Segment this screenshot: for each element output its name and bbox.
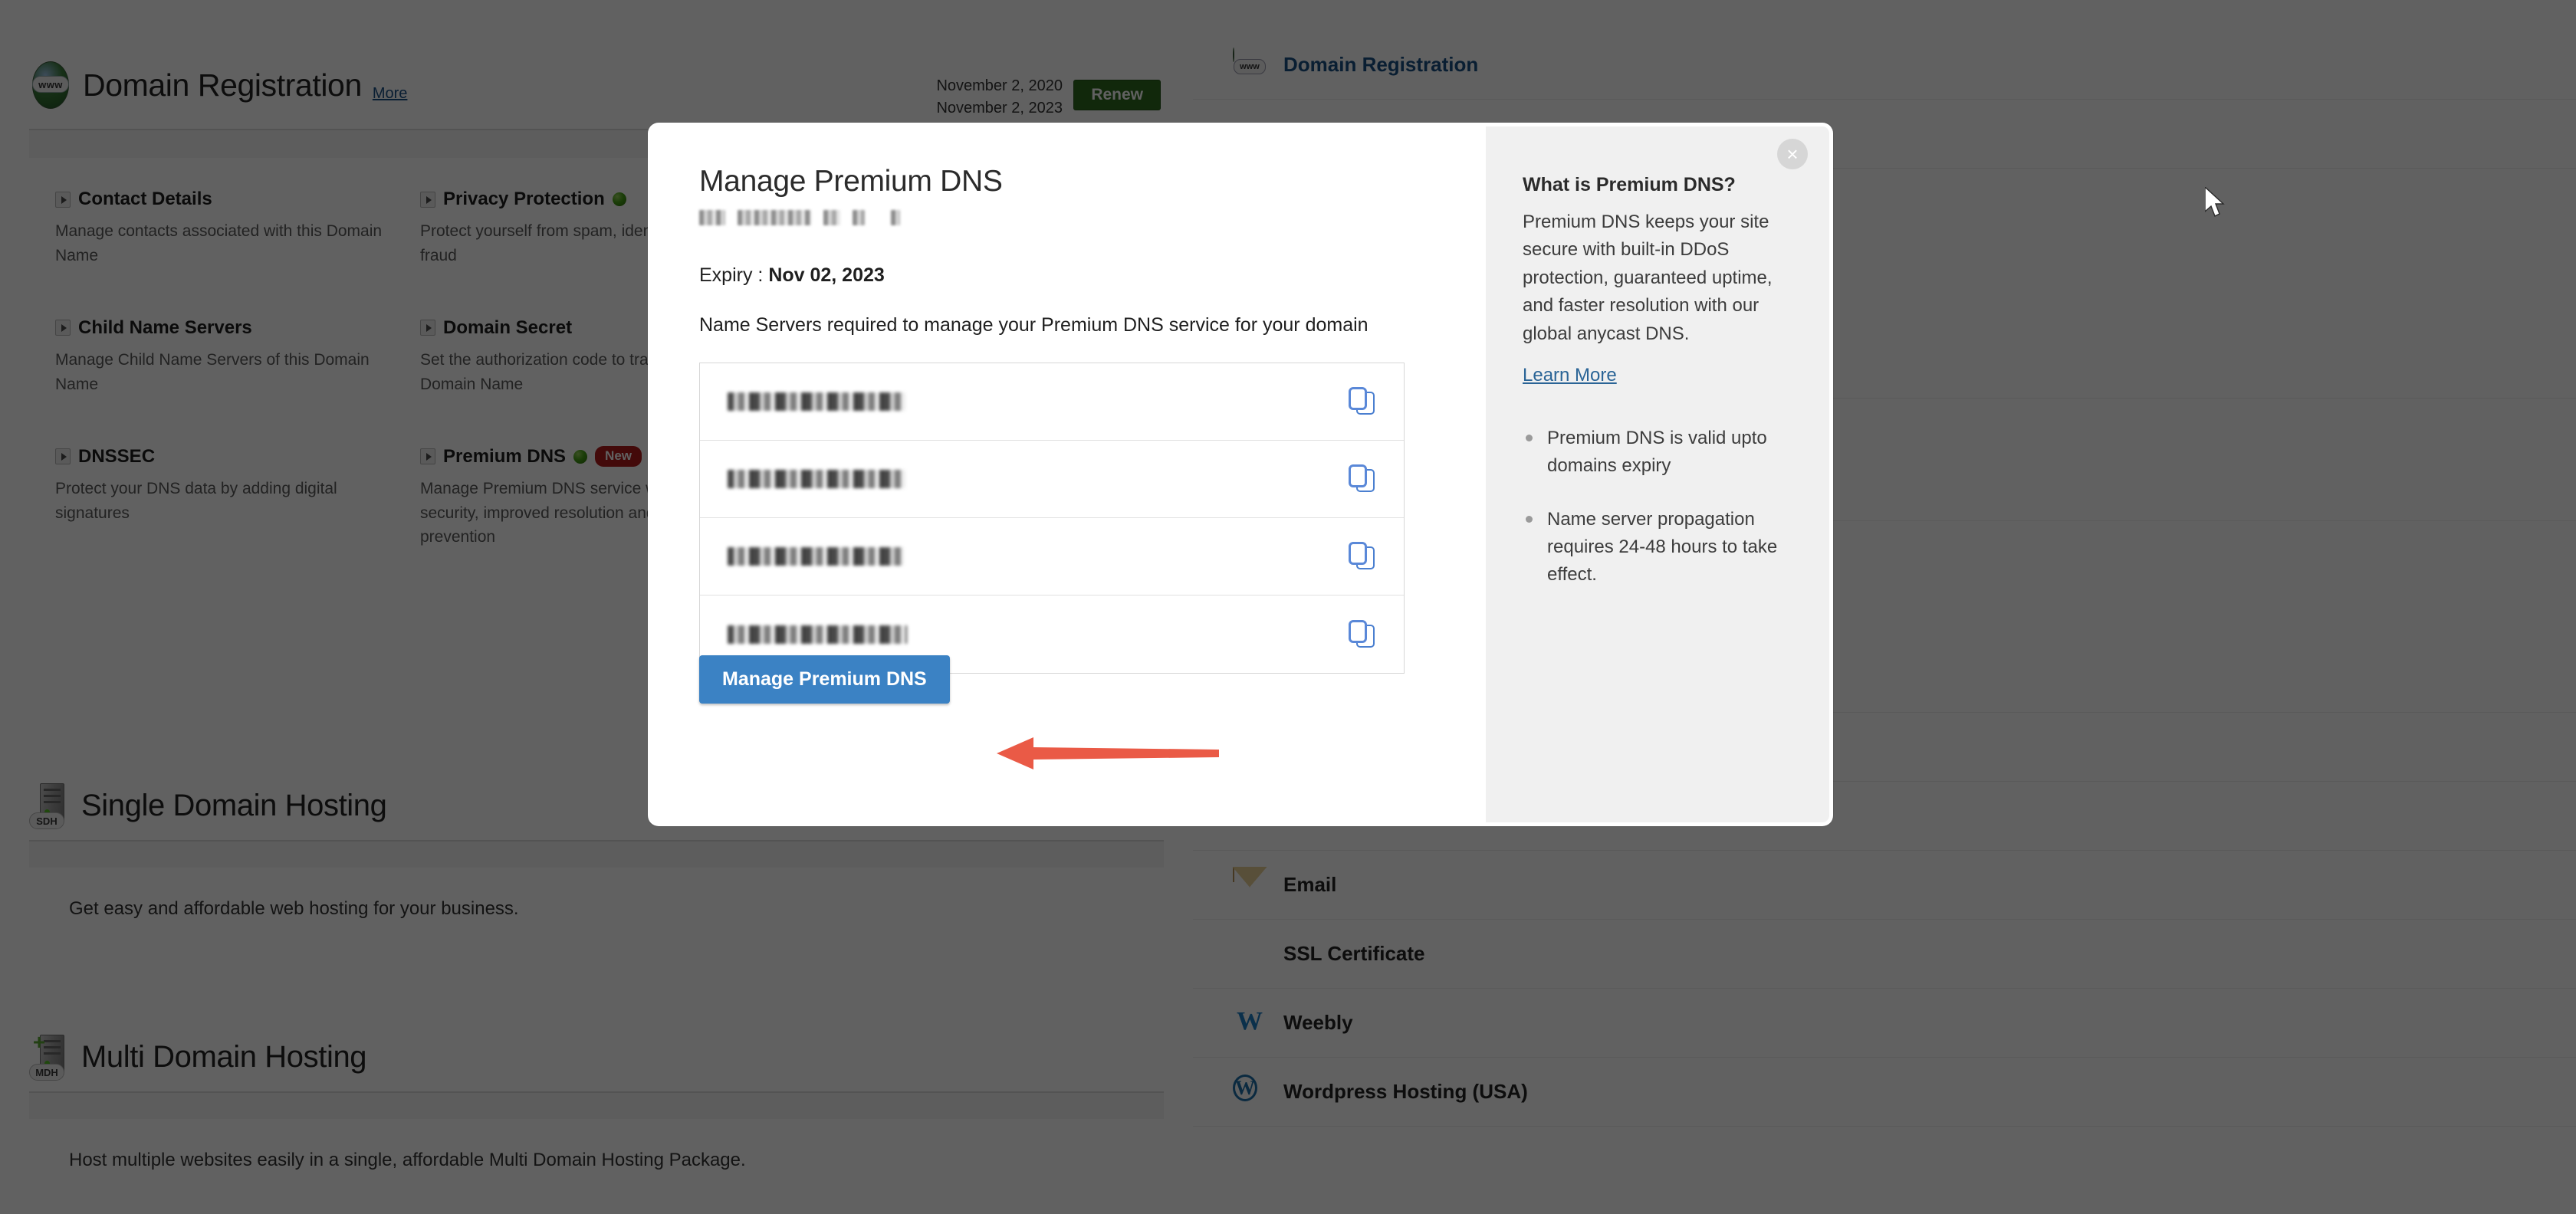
learn-more-link[interactable]: Learn More: [1523, 365, 1617, 386]
copy-icon[interactable]: [1349, 464, 1375, 494]
copy-icon[interactable]: [1349, 542, 1375, 571]
manage-premium-dns-button[interactable]: Manage Premium DNS: [699, 655, 950, 704]
modal-info-panel: × What is Premium DNS? Premium DNS keeps…: [1486, 126, 1829, 822]
copy-icon[interactable]: [1349, 387, 1375, 416]
nameserver-row: [700, 363, 1404, 441]
info-heading: What is Premium DNS?: [1523, 174, 1736, 195]
nameserver-value-redacted: [728, 547, 904, 566]
left-pointing-arrow: [997, 737, 1219, 769]
copy-icon[interactable]: [1349, 619, 1375, 649]
expiry-value: Nov 02, 2023: [768, 264, 885, 286]
nameserver-list: [699, 363, 1405, 674]
expiry-label: Expiry :: [699, 264, 764, 286]
nameserver-value-redacted: [728, 625, 907, 644]
info-bullets: Premium DNS is valid upto domains expiry…: [1523, 425, 1792, 589]
nameserver-value-redacted: [728, 392, 905, 411]
mouse-pointer: [2205, 187, 2225, 217]
nameserver-note: Name Servers required to manage your Pre…: [699, 314, 1368, 336]
modal-title: Manage Premium DNS: [699, 165, 1003, 198]
domain-name-redacted: [699, 209, 1486, 226]
expiry-line: Expiry : Nov 02, 2023: [699, 264, 1486, 287]
close-icon[interactable]: ×: [1777, 139, 1808, 169]
info-bullet: Name server propagation requires 24-48 h…: [1523, 506, 1792, 589]
nameserver-row: [700, 441, 1404, 518]
modal-main-panel: Manage Premium DNS Expiry : Nov 02, 2023…: [652, 126, 1486, 822]
info-bullet: Premium DNS is valid upto domains expiry: [1523, 425, 1792, 480]
nameserver-row: [700, 518, 1404, 596]
screen: www Domain Registration More November 2,…: [0, 0, 2576, 1214]
nameserver-value-redacted: [728, 470, 905, 488]
info-paragraph: Premium DNS keeps your site secure with …: [1523, 212, 1773, 344]
manage-premium-dns-modal: Manage Premium DNS Expiry : Nov 02, 2023…: [648, 123, 1833, 826]
